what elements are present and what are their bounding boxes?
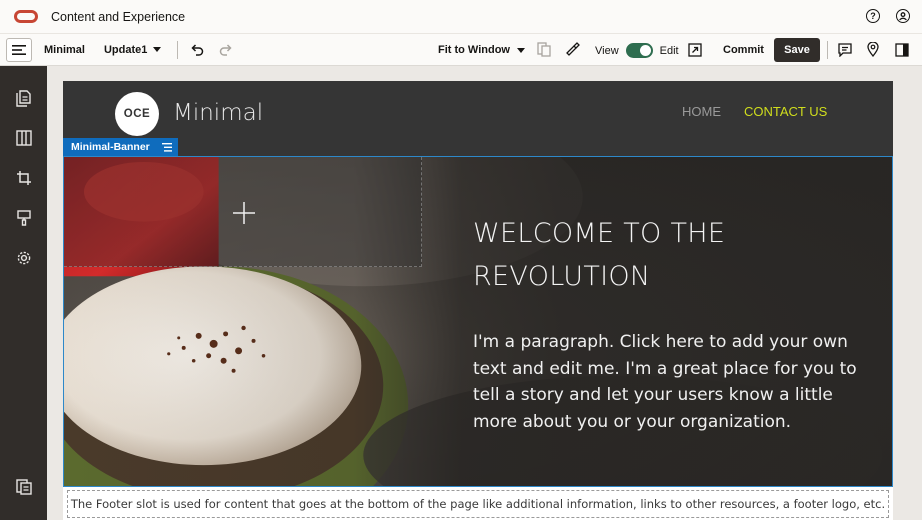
location-button[interactable] — [867, 42, 879, 57]
brush-button[interactable] — [565, 42, 580, 57]
comment-icon — [838, 43, 852, 57]
settings-button[interactable] — [15, 249, 33, 267]
title-bar: Content and Experience ? — [0, 0, 922, 34]
undo-button[interactable] — [190, 43, 204, 56]
site-page: OCE Minimal HOME CONTACT US Minimal-Bann… — [63, 81, 893, 520]
hamburger-icon — [12, 44, 26, 55]
paint-brush-icon — [566, 42, 580, 56]
pages-button[interactable] — [15, 89, 33, 107]
view-label: View — [595, 44, 619, 57]
collapse-panel-button[interactable] — [15, 478, 33, 496]
site-header: OCE Minimal HOME CONTACT US — [63, 81, 893, 157]
toolbar-divider — [827, 41, 828, 59]
pages-icon — [16, 89, 31, 107]
edit-label: Edit — [659, 44, 679, 57]
switch-knob — [639, 45, 651, 56]
commit-button[interactable]: Commit — [723, 44, 764, 56]
hero-banner[interactable]: WELCOME TO THE REVOLUTION I'm a paragrap… — [63, 156, 893, 487]
copy-pages-icon — [16, 479, 32, 495]
gear-icon — [17, 251, 31, 265]
site-logo[interactable]: OCE — [115, 92, 159, 136]
paint-roller-icon — [17, 210, 31, 226]
hero-heading-line: REVOLUTION — [473, 261, 651, 292]
banner-tag-label: Minimal-Banner — [71, 141, 150, 153]
chevron-down-icon — [153, 47, 162, 52]
menu-button[interactable] — [6, 37, 32, 62]
panel-toggle-icon — [895, 43, 909, 57]
footer-slot[interactable]: The Footer slot is used for content that… — [67, 490, 889, 518]
components-button[interactable] — [15, 129, 33, 147]
help-icon[interactable]: ? — [866, 9, 880, 23]
themes-button[interactable] — [15, 209, 33, 227]
view-edit-toggle[interactable]: View Edit — [595, 43, 679, 58]
hero-heading-line: WELCOME TO THE — [473, 218, 726, 249]
chevron-down-icon — [517, 47, 525, 53]
toolbar-divider — [177, 40, 179, 59]
crop-icon — [17, 171, 31, 185]
zoom-label: Fit to Window — [438, 44, 510, 56]
external-link-icon — [688, 43, 702, 57]
site-brand[interactable]: Minimal — [173, 100, 263, 126]
undo-icon — [191, 43, 204, 56]
editor-canvas: OCE Minimal HOME CONTACT US Minimal-Bann… — [47, 66, 922, 520]
zoom-dropdown[interactable]: Fit to Window — [438, 44, 525, 56]
device-icon — [537, 42, 551, 57]
image-drop-zone[interactable] — [64, 157, 422, 267]
left-sidebar — [0, 66, 47, 520]
hero-heading[interactable]: WELCOME TO THE REVOLUTION — [473, 212, 873, 298]
update-dropdown[interactable]: Update1 — [103, 43, 162, 56]
edit-mode-switch[interactable] — [625, 43, 653, 58]
footer-slot-text: The Footer slot is used for content that… — [70, 497, 886, 511]
menu-lines-icon[interactable] — [161, 142, 172, 152]
map-pin-icon — [867, 42, 879, 57]
nav-home-link[interactable]: HOME — [682, 104, 721, 119]
site-name: Minimal — [44, 43, 85, 56]
open-in-new-button[interactable] — [688, 43, 702, 57]
user-account-icon[interactable] — [896, 9, 910, 23]
comments-button[interactable] — [838, 43, 852, 57]
add-icon[interactable] — [232, 201, 256, 225]
editor-toolbar: Minimal Update1 Fit to Window View Edit … — [0, 34, 922, 66]
redo-icon — [220, 43, 232, 56]
layout-columns-icon — [16, 130, 32, 146]
app-title: Content and Experience — [51, 9, 186, 24]
nav-contact-link[interactable]: CONTACT US — [744, 104, 827, 119]
layouts-button[interactable] — [15, 169, 33, 187]
hero-paragraph[interactable]: I'm a paragraph. Click here to add your … — [473, 329, 863, 435]
side-panel-button[interactable] — [895, 43, 909, 57]
banner-selection-tag[interactable]: Minimal-Banner — [63, 138, 178, 156]
update-label: Update1 — [103, 43, 148, 56]
oracle-logo-icon — [14, 10, 38, 23]
preview-device-button[interactable] — [537, 42, 551, 57]
save-button[interactable]: Save — [774, 38, 820, 62]
redo-button[interactable] — [219, 43, 233, 56]
